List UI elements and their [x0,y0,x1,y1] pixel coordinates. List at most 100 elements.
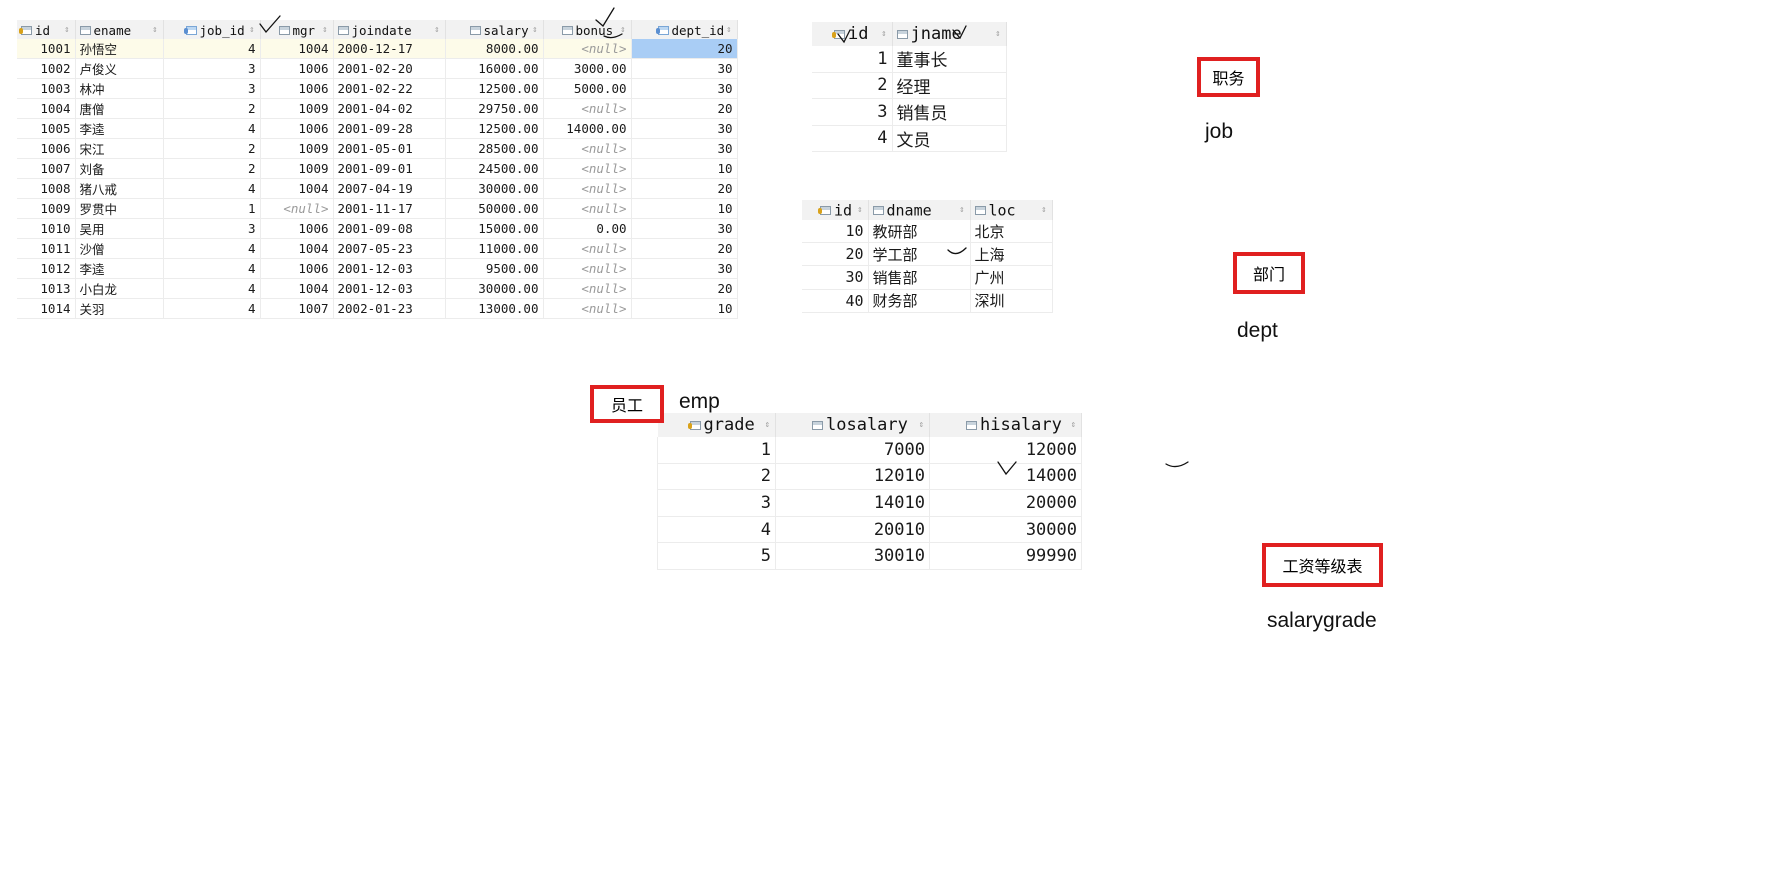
sort-icon[interactable]: ⇕ [959,205,964,215]
cell-ename[interactable]: 李逵 [75,118,164,139]
cell-mgr[interactable]: 1006 [260,78,334,99]
cell-jname[interactable]: 经理 [892,72,1007,99]
cell-salary[interactable]: 15000.00 [445,218,544,239]
column-header-joindate[interactable]: joindate ⇕ [333,20,446,39]
sort-icon[interactable]: ⇕ [434,25,439,35]
cell-mgr[interactable]: 1009 [260,158,334,179]
cell-grade[interactable]: 3 [657,489,776,517]
cell-dept-id[interactable]: 30 [631,78,738,99]
sort-icon[interactable]: ⇕ [919,420,924,430]
cell-bonus[interactable]: <null> [543,39,632,59]
cell-dept-id[interactable]: 30 [631,118,738,139]
cell-salary[interactable]: 16000.00 [445,58,544,79]
cell-salary[interactable]: 8000.00 [445,39,544,59]
cell-salary[interactable]: 30000.00 [445,178,544,199]
cell-dept-id[interactable]: 10 [631,198,738,219]
cell-losalary[interactable]: 7000 [775,437,930,464]
cell-id[interactable]: 1014 [17,298,76,319]
cell-ename[interactable]: 宋江 [75,138,164,159]
cell-ename[interactable]: 卢俊义 [75,58,164,79]
cell-id[interactable]: 1013 [17,278,76,299]
cell-joindate[interactable]: 2001-02-20 [333,58,446,79]
table-row[interactable]: 3 销售员 [812,98,1007,126]
table-row[interactable]: 4 20010 30000 [657,516,1082,544]
cell-mgr[interactable]: 1007 [260,298,334,319]
cell-dname[interactable]: 教研部 [868,220,971,244]
cell-ename[interactable]: 李逵 [75,258,164,279]
cell-joindate[interactable]: 2001-09-01 [333,158,446,179]
cell-grade[interactable]: 5 [657,542,776,570]
sort-icon[interactable]: ⇕ [532,25,537,35]
cell-id[interactable]: 2 [812,72,893,99]
cell-id[interactable]: 1 [812,46,893,73]
cell-joindate[interactable]: 2001-02-22 [333,78,446,99]
cell-joindate[interactable]: 2001-04-02 [333,98,446,119]
cell-bonus[interactable]: 0.00 [543,218,632,239]
table-row[interactable]: 1011 沙僧 4 1004 2007-05-23 11000.00 <null> 20 [17,238,738,259]
table-row[interactable]: 2 经理 [812,72,1007,99]
cell-id[interactable]: 40 [802,289,869,313]
cell-joindate[interactable]: 2001-12-03 [333,258,446,279]
cell-id[interactable]: 1002 [17,58,76,79]
cell-id[interactable]: 1005 [17,118,76,139]
cell-job-id[interactable]: 3 [163,218,261,239]
cell-ename[interactable]: 林冲 [75,78,164,99]
column-header-job-id[interactable]: job_id ⇕ [163,20,261,39]
cell-job-id[interactable]: 2 [163,138,261,159]
cell-losalary[interactable]: 30010 [775,542,930,570]
table-row[interactable]: 1014 关羽 4 1007 2002-01-23 13000.00 <null> 10 [17,298,738,319]
cell-id[interactable]: 1007 [17,158,76,179]
cell-dname[interactable]: 销售部 [868,265,971,290]
cell-id[interactable]: 1010 [17,218,76,239]
cell-ename[interactable]: 沙僧 [75,238,164,259]
cell-jname[interactable]: 董事长 [892,46,1007,73]
sort-icon[interactable]: ⇕ [881,29,886,39]
cell-dept-id[interactable]: 10 [631,298,738,319]
cell-joindate[interactable]: 2007-04-19 [333,178,446,199]
cell-loc[interactable]: 深圳 [970,289,1053,313]
cell-hisalary[interactable]: 20000 [929,489,1082,517]
sort-icon[interactable]: ⇕ [322,25,327,35]
cell-job-id[interactable]: 4 [163,178,261,199]
table-row[interactable]: 1005 李逵 4 1006 2001-09-28 12500.00 14000.00 30 [17,118,738,139]
cell-mgr[interactable]: 1009 [260,98,334,119]
cell-mgr[interactable]: 1004 [260,178,334,199]
cell-id[interactable]: 1006 [17,138,76,159]
cell-job-id[interactable]: 3 [163,58,261,79]
sort-icon[interactable]: ⇕ [620,25,625,35]
sort-icon[interactable]: ⇕ [64,25,69,35]
cell-joindate[interactable]: 2001-09-08 [333,218,446,239]
column-header-mgr[interactable]: mgr ⇕ [260,20,334,39]
column-header-dept-id[interactable]: dept_id ⇕ [631,20,738,39]
column-header-grade[interactable]: grade ⇕ [657,413,776,437]
cell-ename[interactable]: 关羽 [75,298,164,319]
cell-ename[interactable]: 孙悟空 [75,39,164,59]
cell-hisalary[interactable]: 99990 [929,542,1082,570]
cell-jname[interactable]: 文员 [892,125,1007,152]
cell-bonus[interactable]: <null> [543,258,632,279]
sort-icon[interactable]: ⇕ [765,420,770,430]
sort-icon[interactable]: ⇕ [249,25,254,35]
cell-salary[interactable]: 30000.00 [445,278,544,299]
table-row[interactable]: 20 学工部 上海 [802,242,1053,267]
table-row[interactable]: 1002 卢俊义 3 1006 2001-02-20 16000.00 3000.00 30 [17,58,738,79]
table-row[interactable]: 30 销售部 广州 [802,265,1053,290]
column-header-hisalary[interactable]: hisalary ⇕ [929,413,1082,437]
cell-dept-id[interactable]: 30 [631,58,738,79]
cell-joindate[interactable]: 2001-05-01 [333,138,446,159]
cell-id[interactable]: 1003 [17,78,76,99]
cell-dept-id[interactable]: 20 [631,98,738,119]
cell-salary[interactable]: 11000.00 [445,238,544,259]
cell-job-id[interactable]: 4 [163,258,261,279]
cell-ename[interactable]: 唐僧 [75,98,164,119]
table-row[interactable]: 40 财务部 深圳 [802,289,1053,313]
cell-joindate[interactable]: 2007-05-23 [333,238,446,259]
cell-dept-id[interactable]: 20 [631,278,738,299]
cell-bonus[interactable]: <null> [543,138,632,159]
cell-id[interactable]: 4 [812,125,893,152]
table-row[interactable]: 2 12010 14000 [657,463,1082,491]
table-row[interactable]: 1010 吴用 3 1006 2001-09-08 15000.00 0.00 30 [17,218,738,239]
table-row[interactable]: 1 7000 12000 [657,437,1082,464]
cell-id[interactable]: 1009 [17,198,76,219]
cell-job-id[interactable]: 2 [163,158,261,179]
